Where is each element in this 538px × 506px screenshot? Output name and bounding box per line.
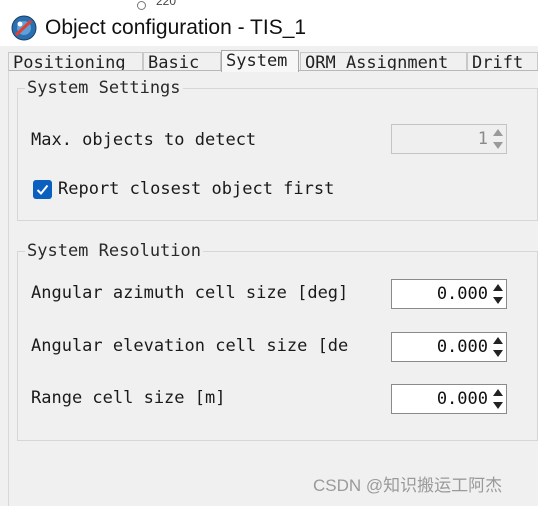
max-objects-label: Max. objects to detect: [31, 130, 257, 150]
tab-system[interactable]: System: [221, 50, 299, 72]
tab-positioning[interactable]: Positioning: [8, 52, 143, 70]
azimuth-cell-size-spinbox[interactable]: 0.000: [391, 279, 507, 309]
radio-icon: [137, 1, 146, 10]
title-bar[interactable]: Object configuration - TIS_1: [0, 10, 538, 46]
arrow-up-icon[interactable]: [493, 337, 503, 344]
system-settings-group: [17, 88, 538, 221]
system-resolution-title: System Resolution: [25, 241, 203, 261]
window-title: Object configuration - TIS_1: [45, 16, 307, 39]
elevation-cell-size-label: Angular elevation cell size [de: [31, 336, 349, 356]
azimuth-cell-size-label: Angular azimuth cell size [deg]: [31, 283, 349, 303]
spinner-arrows[interactable]: [492, 281, 505, 307]
elevation-cell-size-spinbox[interactable]: 0.000: [391, 332, 507, 362]
checkmark-icon: [36, 184, 49, 195]
azimuth-cell-size-value: 0.000: [436, 284, 488, 304]
elevation-cell-size-value: 0.000: [436, 337, 488, 357]
report-closest-checkbox[interactable]: [33, 180, 52, 199]
background-value: 220: [156, 0, 177, 8]
tab-basic[interactable]: Basic: [143, 52, 221, 70]
tab-orm-assignment[interactable]: ORM Assignment: [300, 52, 467, 70]
spinner-arrows[interactable]: [492, 334, 505, 360]
system-settings-title: System Settings: [25, 78, 183, 98]
range-cell-size-spinbox[interactable]: 0.000: [391, 384, 507, 414]
tab-drift[interactable]: Drift: [467, 52, 538, 70]
arrow-down-icon[interactable]: [493, 297, 503, 304]
arrow-down-icon[interactable]: [493, 350, 503, 357]
watermark: CSDN @知识搬运工阿杰: [313, 476, 503, 495]
arrow-down-icon[interactable]: [493, 142, 503, 149]
arrow-up-icon[interactable]: [493, 129, 503, 136]
max-objects-value: 1: [477, 129, 488, 149]
app-icon: [11, 15, 37, 41]
spinner-arrows[interactable]: [492, 126, 505, 152]
arrow-down-icon[interactable]: [493, 402, 503, 409]
range-cell-size-label: Range cell size [m]: [31, 388, 226, 408]
max-objects-spinbox[interactable]: 1: [391, 124, 507, 154]
arrow-up-icon[interactable]: [493, 284, 503, 291]
range-cell-size-value: 0.000: [436, 389, 488, 409]
tab-bar: Positioning Basic System ORM Assignment …: [8, 50, 538, 72]
arrow-up-icon[interactable]: [493, 389, 503, 396]
spinner-arrows[interactable]: [492, 386, 505, 412]
report-closest-label[interactable]: Report closest object first: [58, 179, 334, 199]
